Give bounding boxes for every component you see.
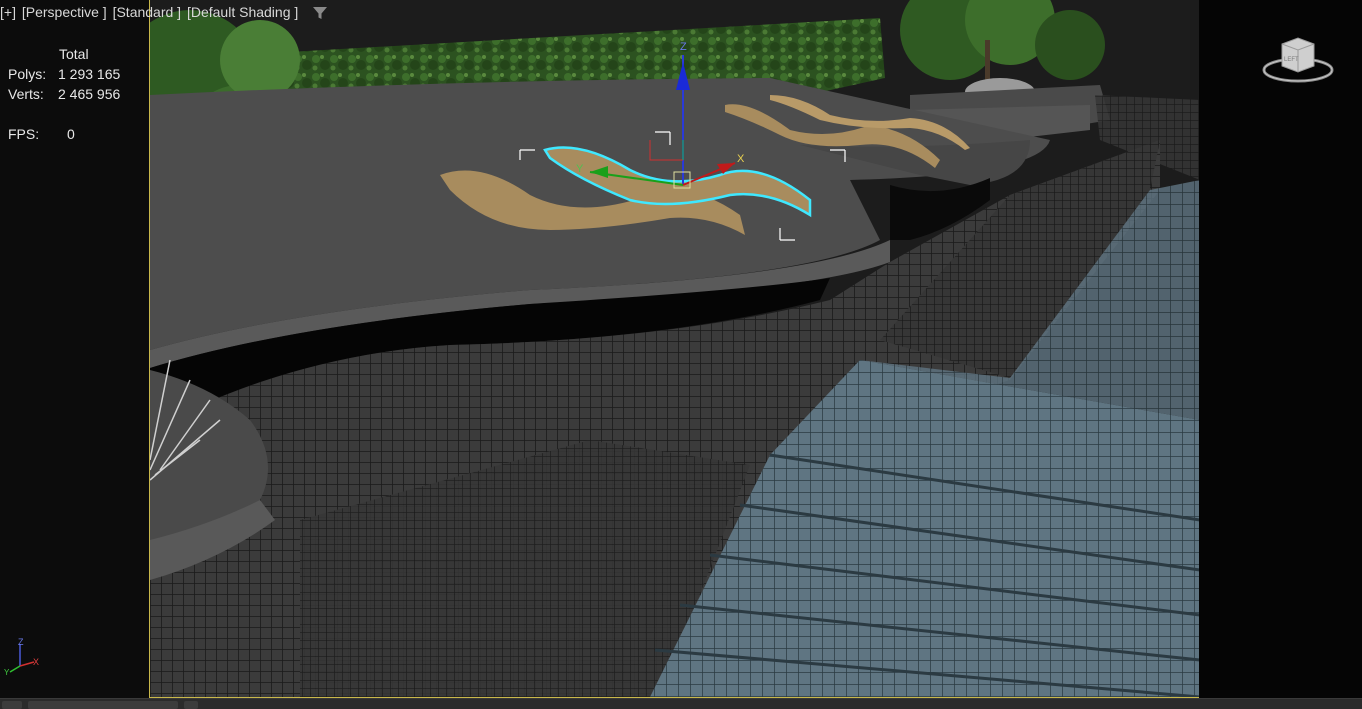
polys-value: 1 293 165 — [58, 66, 121, 82]
tripod-z-label: Z — [18, 637, 24, 647]
viewport-shading-menu[interactable]: [Default Shading ] — [187, 4, 298, 20]
fps-label: FPS: — [8, 126, 40, 142]
verts-label: Verts: — [8, 86, 44, 102]
viewport-statistics: Total Polys: 1 293 165 Verts: 2 465 956 FP… — [8, 44, 120, 144]
axis-tripod-icon: Z X Y — [4, 637, 39, 676]
viewport-canvas[interactable]: Z X Y — [149, 0, 1201, 698]
stats-fps-row: FPS: 0 — [8, 124, 120, 144]
tripod-y-label: Y — [4, 668, 10, 676]
stats-verts-row: Verts: 2 465 956 — [8, 84, 120, 104]
verts-value: 2 465 956 — [58, 86, 121, 102]
polys-label: Polys: — [8, 66, 47, 82]
gizmo-x-label: X — [737, 153, 745, 165]
gizmo-z-label: Z — [680, 41, 687, 53]
right-panel — [1199, 0, 1362, 698]
viewcube-icon[interactable]: LEFT — [1260, 32, 1340, 88]
viewport-perspective-menu[interactable]: [Perspective ] — [22, 4, 107, 20]
bottom-bar — [0, 698, 1362, 709]
fps-value: 0 — [67, 126, 75, 142]
gizmo-y-label: Y — [576, 163, 584, 175]
filter-icon[interactable] — [312, 5, 328, 21]
viewcube-face-label: LEFT — [1284, 57, 1299, 63]
tripod-x-label: X — [33, 657, 39, 667]
viewport-plus-menu[interactable]: [+] — [0, 4, 16, 20]
stats-header: Total — [59, 46, 89, 62]
viewport-label-menu: [+] [Perspective ] [Standard ] [Default … — [0, 4, 300, 20]
viewport-standard-menu[interactable]: [Standard ] — [113, 4, 182, 20]
stats-polys-row: Polys: 1 293 165 — [8, 64, 120, 84]
